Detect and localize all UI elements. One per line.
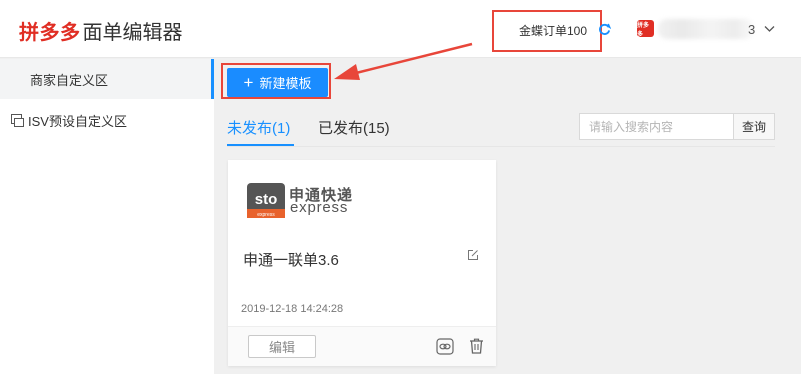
tab-divider [227, 146, 775, 147]
user-name-suffix: 3 [748, 22, 756, 37]
trash-icon[interactable] [469, 338, 484, 354]
refresh-icon[interactable] [598, 23, 611, 36]
new-template-button[interactable]: + 新建模板 [227, 68, 328, 97]
template-name: 申通一联单3.6 [243, 252, 339, 269]
grid-icon [11, 73, 24, 86]
shop-name: 金蝶订单100 [519, 24, 588, 38]
app-logo: 拼多多 面单编辑器 [19, 16, 183, 44]
plus-icon: + [243, 73, 254, 92]
template-date: 2019-12-18 14:24:28 [241, 303, 344, 315]
sidebar: 商家自定义区 ISV预设自定义区 [0, 59, 214, 374]
user-name-blurred[interactable] [658, 19, 754, 39]
logo-title: 面单编辑器 [82, 22, 183, 44]
sidebar-item-label: 商家自定义区 [30, 72, 109, 88]
annotation-arrow [334, 42, 473, 80]
edit-button[interactable]: 编辑 [248, 335, 316, 358]
tab-unpublished[interactable]: 未发布(1) [227, 117, 290, 138]
sto-logo-text: sto [255, 191, 278, 208]
search-button[interactable]: 查询 [733, 113, 775, 140]
pdd-avatar-icon: 拼多多 [637, 20, 654, 38]
logo-brand: 拼多多 [19, 22, 81, 44]
tab-published[interactable]: 已发布(15) [318, 117, 390, 138]
template-card: sto express 申通快递 express 申通一联单3.6 2019-1… [228, 160, 496, 366]
edit-icon[interactable] [467, 249, 479, 261]
window-icon [11, 113, 24, 127]
chevron-down-icon[interactable] [764, 25, 775, 33]
courier-name-en: express [290, 199, 349, 216]
sidebar-item-isv-preset[interactable]: ISV预设自定义区 [0, 100, 214, 140]
sidebar-item-label: ISV预设自定义区 [28, 113, 127, 129]
new-template-label: 新建模板 [259, 76, 312, 91]
link-icon[interactable] [436, 338, 454, 355]
pdd-avatar-label: 拼多多 [637, 22, 650, 38]
sto-logo-subtext: express [257, 212, 275, 218]
sto-logo-icon: sto express [247, 183, 285, 218]
search-input[interactable] [579, 113, 734, 140]
sidebar-item-merchant-custom[interactable]: 商家自定义区 [0, 59, 214, 99]
